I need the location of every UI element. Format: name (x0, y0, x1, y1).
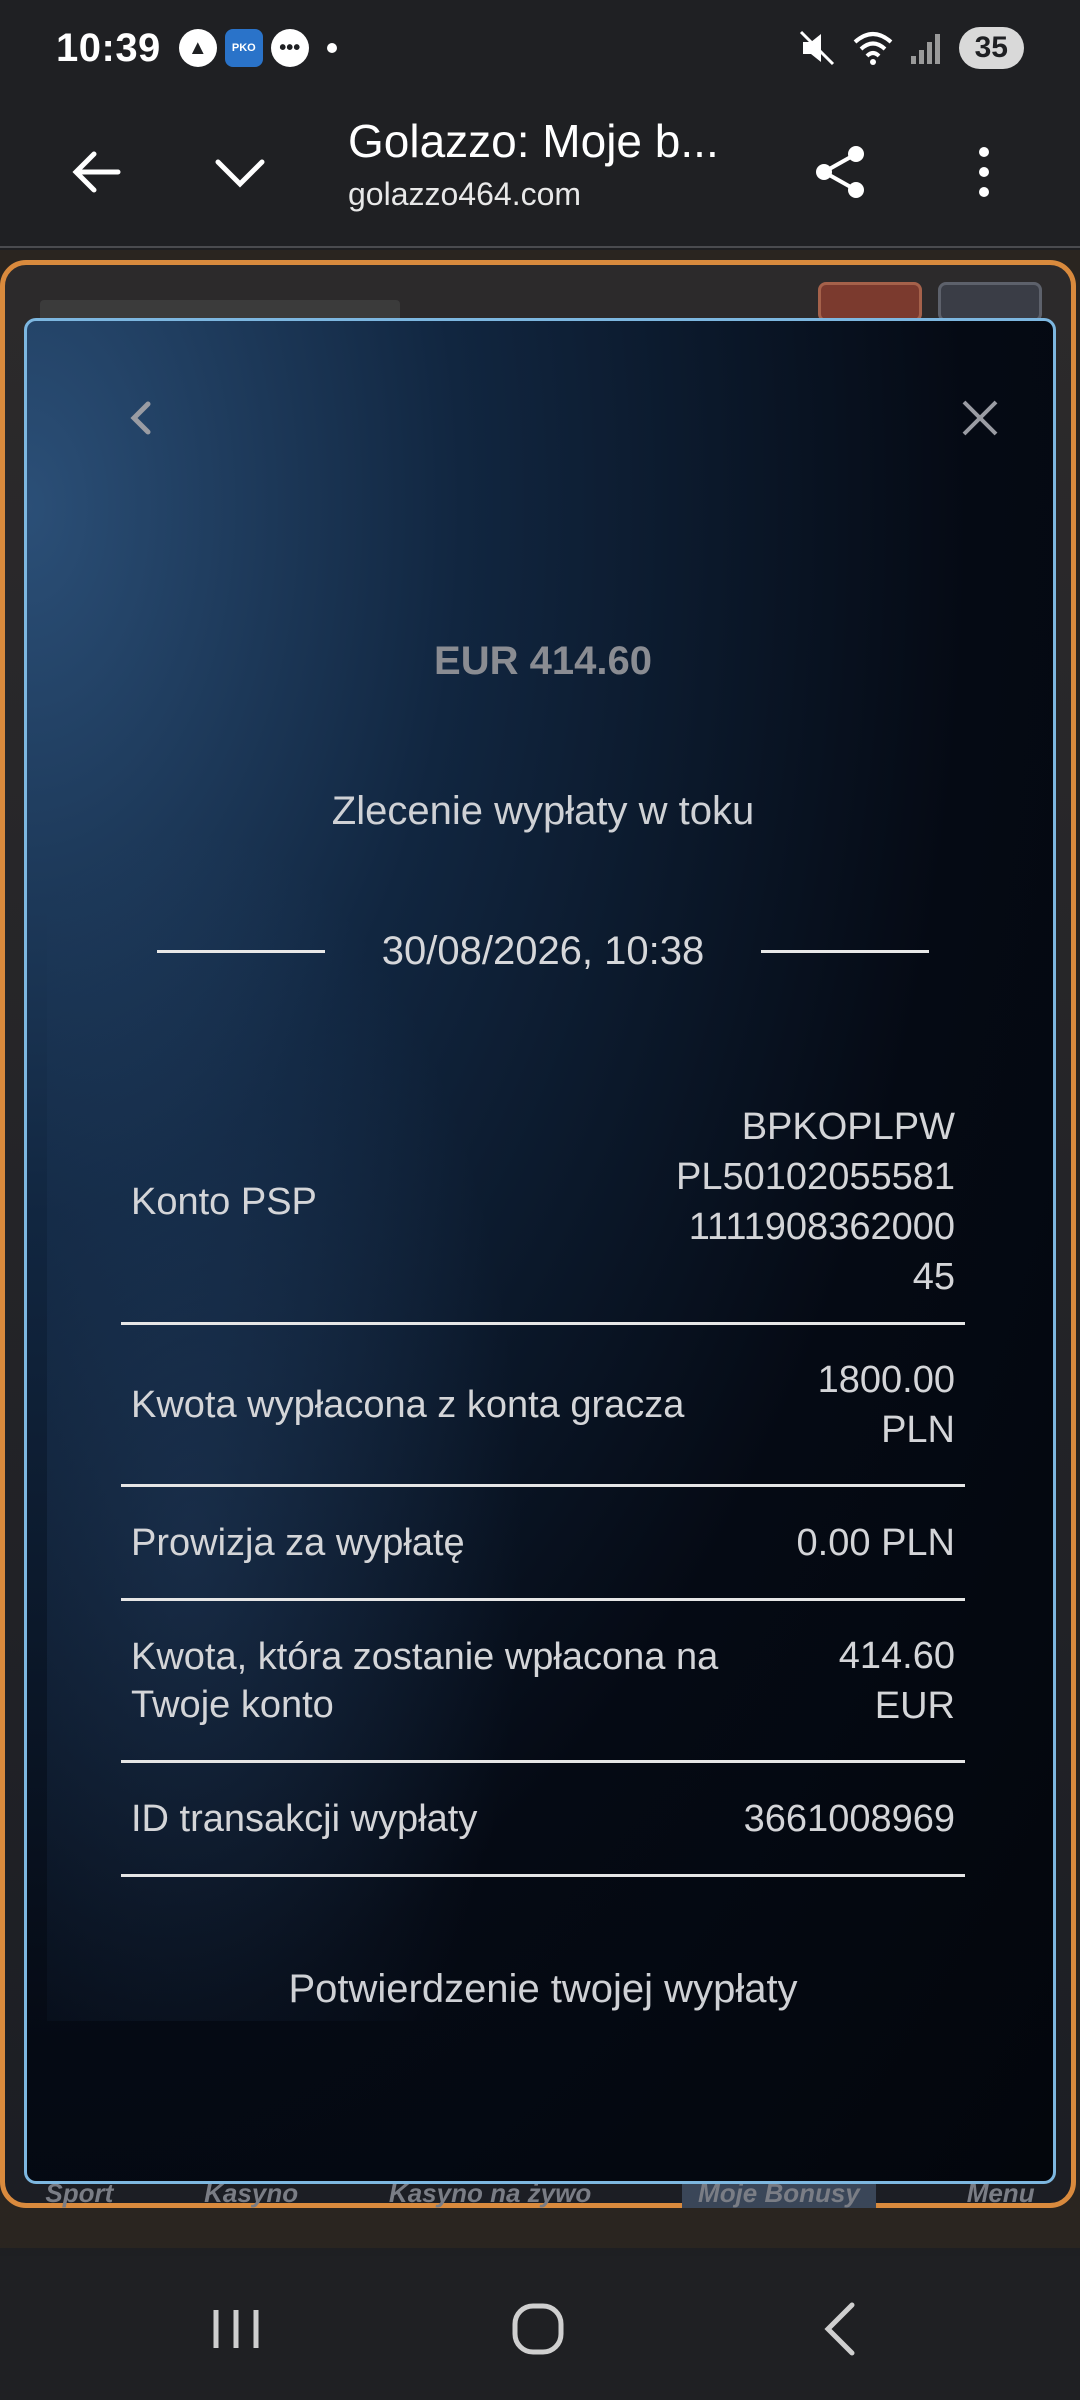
browser-toolbar: Golazzo: Moje b... golazzo464.com (0, 96, 1080, 248)
nav-back-button[interactable] (780, 2284, 900, 2374)
withdrawal-modal: EUR 414.60 Zlecenie wypłaty w toku 30/08… (24, 318, 1056, 2184)
detail-value-withdrawal-fee: 0.00 PLN (796, 1521, 955, 1564)
app-notification-icon: ▲ (178, 29, 217, 67)
close-icon (962, 400, 998, 436)
detail-row-psp-account: Konto PSP BPKOPLPW PL50102055581 11119083… (121, 1081, 965, 1325)
wifi-icon (853, 32, 892, 65)
recent-apps-button[interactable] (176, 2284, 296, 2374)
system-icons: 35 (797, 27, 1024, 69)
detail-value-amount-from-player: 1800.00 PLN (817, 1358, 955, 1451)
home-button[interactable] (478, 2284, 598, 2374)
detail-label-withdrawal-fee: Prowizja za wypłatę (131, 1521, 465, 1564)
notification-icons: ▲ PKO ••• (178, 29, 337, 67)
modal-back-button[interactable] (87, 363, 197, 473)
chat-bubble-icon: ••• (270, 29, 309, 67)
withdrawal-datetime: 30/08/2026, 10:38 (381, 928, 705, 973)
detail-row-amount-from-player: Kwota wypłacona z konta gracza 1800.00 PL… (121, 1325, 965, 1487)
detail-label-amount-to-account: Kwota, która zostanie wpłacona na Twoje … (131, 1635, 719, 1726)
chevron-down-icon (215, 159, 265, 188)
back-arrow-icon (72, 151, 121, 193)
share-button[interactable] (800, 132, 880, 212)
page-title: Golazzo: Moje b... (348, 115, 719, 167)
background-button-gray (938, 282, 1042, 322)
withdrawal-confirmation-text: Potwierdzenie twojej wypłaty (288, 1967, 798, 2011)
detail-row-amount-to-account: Kwota, która zostanie wpłacona na Twoje … (121, 1601, 965, 1763)
dot-icon (326, 43, 337, 53)
modal-close-button[interactable] (925, 363, 1035, 473)
detail-row-transaction-id: ID transakcji wypłaty 3661008969 (121, 1763, 965, 1877)
status-bar: 10:39 ▲ PKO ••• 35 (0, 0, 1080, 96)
detail-value-transaction-id: 3661008969 (743, 1797, 955, 1840)
detail-value-amount-to-account: 414.60 EUR (838, 1634, 955, 1727)
recents-icon (213, 2310, 259, 2348)
battery-indicator: 35 (958, 27, 1024, 69)
detail-label-psp-account: Konto PSP (131, 1180, 317, 1223)
withdrawal-amount: EUR 414.60 (434, 639, 652, 683)
minimize-chevron-button[interactable] (200, 132, 280, 212)
more-options-button[interactable] (944, 132, 1024, 212)
chevron-left-icon (130, 401, 151, 435)
withdrawal-details: Konto PSP BPKOPLPW PL50102055581 11119083… (121, 1081, 965, 1877)
page-url: golazzo464.com (348, 176, 582, 212)
signal-icon (910, 34, 940, 64)
nav-back-icon (824, 2302, 855, 2356)
date-row: 30/08/2026, 10:38 (157, 921, 929, 981)
detail-label-amount-from-player: Kwota wypłacona z konta gracza (131, 1383, 685, 1426)
more-vertical-icon (979, 147, 989, 197)
system-nav-bar (0, 2256, 1080, 2400)
share-icon (816, 146, 864, 198)
withdrawal-status: Zlecenie wypłaty w toku (331, 789, 755, 833)
status-time: 10:39 (56, 25, 161, 70)
home-icon (512, 2303, 564, 2355)
pko-app-icon: PKO (224, 29, 263, 67)
date-divider-left (157, 949, 325, 953)
detail-row-withdrawal-fee: Prowizja za wypłatę 0.00 PLN (121, 1487, 965, 1601)
detail-label-transaction-id: ID transakcji wypłaty (131, 1797, 478, 1840)
back-arrow-button[interactable] (56, 132, 136, 212)
background-button-red (818, 282, 922, 322)
detail-value-psp-account: BPKOPLPW PL50102055581 1111908362000 45 (676, 1105, 955, 1298)
mute-icon (799, 30, 834, 66)
date-divider-right (761, 949, 929, 953)
